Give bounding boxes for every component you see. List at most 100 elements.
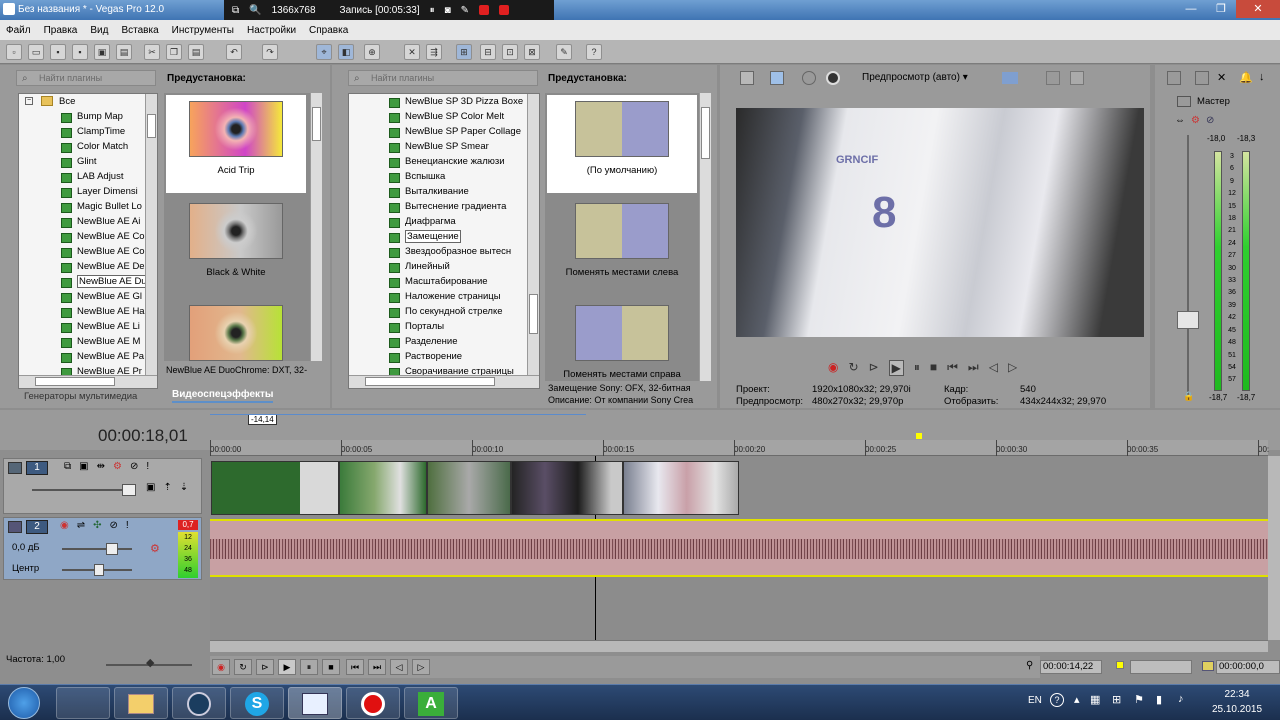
pause-icon[interactable]: ⏸ [430,5,435,16]
video-clip[interactable] [623,461,739,515]
mixer-mute-icon[interactable]: 🔔 [1239,71,1253,84]
tree-root[interactable]: − Все [19,94,157,109]
opacity-slider[interactable] [32,489,134,491]
play-from-start-icon[interactable]: ⊳ [256,659,274,675]
invert-phase-icon[interactable]: ⇌ [77,520,85,531]
tr-item[interactable]: Разделение [349,334,539,349]
tr-item[interactable]: Замещение [349,229,539,244]
close-button[interactable]: ✕ [1236,0,1280,18]
snap-icon[interactable]: ⊕ [364,44,380,60]
stop-icon[interactable]: ■ [930,360,937,376]
copy-icon[interactable]: ❐ [166,44,182,60]
tr-item[interactable]: NewBlue SP Paper Collage [349,124,539,139]
fx-item[interactable]: NewBlue AE M [19,334,157,349]
minimize-button[interactable]: — [1176,0,1206,18]
selection-length[interactable]: 00:00:00,0 [1216,660,1280,674]
menu-file[interactable]: Файл [6,25,31,36]
save-as-icon[interactable]: ▪ [72,44,88,60]
fx-item[interactable]: NewBlue AE Ai [19,214,157,229]
transitions-preset-scrollbar[interactable] [699,93,711,381]
redo-icon[interactable]: ↷ [262,44,278,60]
undo-icon[interactable]: ↶ [226,44,242,60]
clock-date[interactable]: 25.10.2015 [1208,704,1266,715]
marker-tool-icon[interactable]: ✎ [556,44,572,60]
fx-search-input[interactable]: ⌕ Найти плагины [16,70,156,86]
open-icon[interactable]: ▭ [28,44,44,60]
parent-icon[interactable]: ⇡ [163,482,171,493]
fx-item[interactable]: NewBlue AE Co [19,244,157,259]
menu-help[interactable]: Справка [309,25,348,36]
arm-record-icon[interactable]: ◉ [60,520,69,531]
selection-start[interactable] [1130,660,1192,674]
menu-edit[interactable]: Правка [44,25,78,36]
fx-item[interactable]: ClampTime [19,124,157,139]
track-fx-icon[interactable]: ✣ [93,520,101,531]
cursor-position[interactable]: 00:00:14,22 [1040,660,1102,674]
language-indicator[interactable]: EN [1028,695,1042,706]
tr-item[interactable]: Растворение [349,349,539,364]
fx-item[interactable]: Color Match [19,139,157,154]
taskbar-a-app[interactable]: A [404,687,458,719]
fx-item[interactable]: Bump Map [19,109,157,124]
pan-crop-icon[interactable]: ⇹ [97,461,105,472]
new-icon[interactable]: ▫ [6,44,22,60]
tab-media-generators[interactable]: Генераторы мультимедиа [24,391,137,402]
solo-icon[interactable]: ! [126,520,129,531]
fx-item[interactable]: LAB Adjust [19,169,157,184]
mixer-insert-icon[interactable] [1167,71,1181,85]
fx-item[interactable]: NewBlue AE Co [19,229,157,244]
mixer-dim-icon[interactable]: ↓ [1259,71,1265,83]
menu-insert[interactable]: Вставка [121,25,158,36]
ignore-grouping-icon[interactable]: ⊟ [480,44,496,60]
preset-third[interactable] [166,299,306,361]
timeline-vscrollbar[interactable] [1268,456,1280,640]
properties-icon[interactable]: ▤ [116,44,132,60]
preview-properties-icon[interactable] [740,71,754,85]
composite-icon[interactable]: ⧉ [64,461,71,472]
prev-frame-icon[interactable]: ◁ [989,360,998,376]
tr-item[interactable]: Вытеснение градиента [349,199,539,214]
tr-item[interactable]: Венецианские жалюзи [349,154,539,169]
fx-item[interactable]: NewBlue AE Gl [19,289,157,304]
opacity-thumb[interactable] [122,484,136,496]
paste-icon[interactable]: ▤ [188,44,204,60]
maximize-button[interactable]: ❐ [1206,0,1236,18]
master-fader[interactable] [1177,311,1199,329]
taskbar-skype-app[interactable]: S [230,687,284,719]
fx-item[interactable]: Layer Dimensi [19,184,157,199]
action-center-icon[interactable]: ⚑ [1134,693,1144,706]
normal-edit-tool-icon[interactable]: ⌖ [316,44,332,60]
mixer-properties-icon[interactable] [1195,71,1209,85]
next-frame-icon[interactable]: ▷ [412,659,430,675]
tr-item[interactable]: NewBlue SP Color Melt [349,109,539,124]
fx-item[interactable]: NewBlue AE Ha [19,304,157,319]
record-icon[interactable]: ◉ [212,659,230,675]
tray-chevron-icon[interactable]: ▴ [1074,693,1080,706]
video-frame[interactable]: GRNCIF 8 ➤ [736,108,1144,337]
save-icon[interactable]: ▪ [50,44,66,60]
select-tool-icon[interactable]: ⊠ [524,44,540,60]
go-to-end-icon[interactable]: ⏭ [368,659,386,675]
audio-clip[interactable] [210,519,1268,577]
motion-icon[interactable]: ▣ [79,461,88,472]
fx-item[interactable]: Magic Bullet Lo [19,199,157,214]
video-clip[interactable] [339,461,427,515]
save-snapshot-icon[interactable] [1070,71,1084,85]
video-clip[interactable] [211,461,339,515]
collapse-icon[interactable]: − [25,97,33,105]
pause-icon[interactable]: ⏸ [300,659,318,675]
menu-options[interactable]: Настройки [247,25,296,36]
volume-icon[interactable]: ♪ [1178,693,1184,705]
mute-icon[interactable]: ⊘ [1206,115,1214,126]
menu-view[interactable]: Вид [90,25,108,36]
menu-tools[interactable]: Инструменты [172,25,234,36]
tray-app-icon[interactable]: ▦ [1090,693,1100,706]
tr-item[interactable]: Звездообразное вытесн [349,244,539,259]
render-icon[interactable]: ▣ [94,44,110,60]
prev-frame-icon[interactable]: ◁ [390,659,408,675]
mute-icon[interactable]: ⊘ [130,461,138,472]
video-clip[interactable] [511,461,623,515]
preset-swap-left[interactable]: Поменять местами слева [547,197,697,295]
cut-icon[interactable]: ✂ [144,44,160,60]
taskbar-steam-app[interactable] [172,687,226,719]
